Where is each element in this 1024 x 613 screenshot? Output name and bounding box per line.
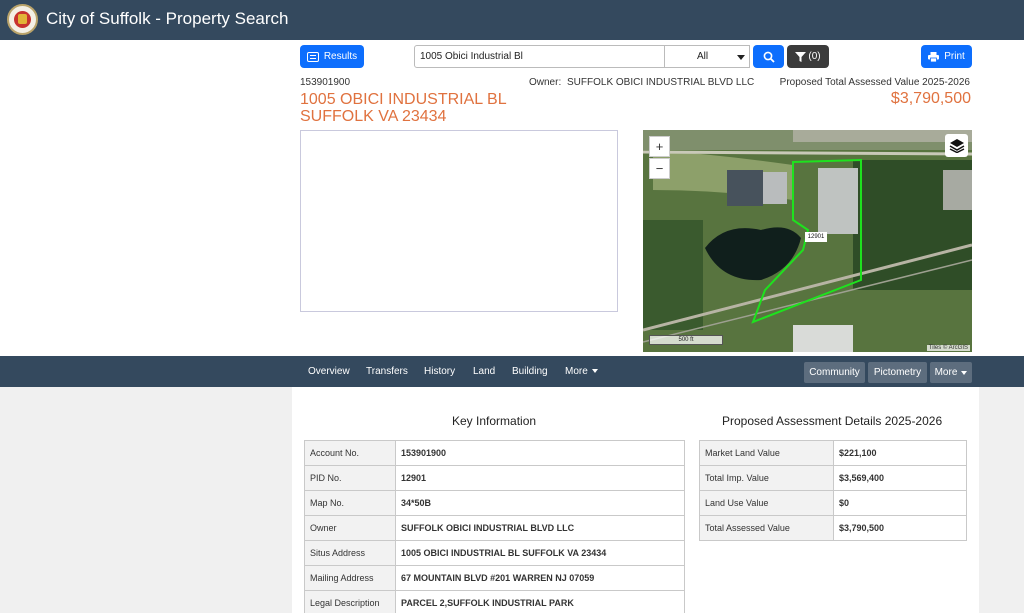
table-row: Owner SUFFOLK OBICI INDUSTRIAL BLVD LLC: [304, 515, 685, 541]
tab-land[interactable]: Land: [473, 366, 495, 377]
table-row: Land Use Value $0: [699, 490, 967, 516]
map-attribution: Tiles © ArcGIS: [926, 345, 970, 351]
tab-transfers[interactable]: Transfers: [366, 366, 408, 377]
filter-icon: [795, 51, 807, 62]
search-type-value: All: [697, 51, 709, 62]
map-scale-bar: 500 ft: [649, 335, 723, 345]
print-label: Print: [944, 51, 965, 62]
owner-label: Owner:: [529, 77, 562, 88]
search-button[interactable]: [753, 45, 784, 68]
row-value: 153901900: [395, 440, 685, 466]
assessed-value: $3,790,500: [890, 90, 971, 107]
assessed-value-label: Proposed Total Assessed Value 2025-2026: [779, 77, 970, 88]
property-header: 153901900 1005 OBICI INDUSTRIAL BL SUFFO…: [0, 72, 1024, 356]
print-button[interactable]: Print: [921, 45, 972, 68]
printer-icon: [928, 51, 940, 62]
table-row: PID No. 12901: [304, 465, 685, 491]
pictometry-button[interactable]: Pictometry: [868, 362, 927, 383]
address-line-1: 1005 OBICI INDUSTRIAL BL: [300, 91, 507, 108]
search-input[interactable]: 1005 Obici Industrial Bl: [414, 45, 665, 68]
app-title: City of Suffolk - Property Search: [46, 9, 289, 28]
row-value: 12901: [395, 465, 685, 491]
property-address: 1005 OBICI INDUSTRIAL BL SUFFOLK VA 2343…: [300, 91, 507, 125]
table-row: Account No. 153901900: [304, 440, 685, 466]
results-label: Results: [323, 51, 358, 62]
row-value: PARCEL 2,SUFFOLK INDUSTRIAL PARK: [395, 590, 685, 613]
table-row: Mailing Address 67 MOUNTAIN BLVD #201 WAR…: [304, 565, 685, 591]
parcel-map[interactable]: + − 12901 500 ft Tiles © ArcGIS: [643, 130, 972, 352]
chevron-down-icon: [737, 55, 745, 60]
table-row: Situs Address 1005 OBICI INDUSTRIAL BL SU…: [304, 540, 685, 566]
zoom-in-button[interactable]: +: [649, 136, 670, 157]
owner-value: SUFFOLK OBICI INDUSTRIAL BLVD LLC: [567, 77, 755, 88]
caret-down-icon: [961, 370, 968, 375]
row-label: Map No.: [304, 490, 396, 516]
row-label: Account No.: [304, 440, 396, 466]
filter-button[interactable]: (0): [787, 45, 829, 68]
table-row: Total Assessed Value $3,790,500: [699, 515, 967, 541]
row-value: 1005 OBICI INDUSTRIAL BL SUFFOLK VA 2343…: [395, 540, 685, 566]
row-value: $3,569,400: [833, 465, 967, 491]
tab-building[interactable]: Building: [512, 366, 548, 377]
key-info-title: Key Information: [452, 414, 537, 428]
table-row: Legal Description PARCEL 2,SUFFOLK INDUST…: [304, 590, 685, 613]
row-value: 34*50B: [395, 490, 685, 516]
more-button[interactable]: More: [930, 362, 972, 383]
row-label: Situs Address: [304, 540, 396, 566]
row-label: PID No.: [304, 465, 396, 491]
layers-button[interactable]: [945, 134, 968, 157]
key-info-table: Account No. 153901900 PID No. 12901 Map No…: [304, 440, 685, 613]
zoom-out-button[interactable]: −: [649, 158, 670, 179]
row-label: Market Land Value: [699, 440, 834, 466]
table-row: Market Land Value $221,100: [699, 440, 967, 466]
more-button-label: More: [934, 367, 958, 378]
results-button[interactable]: Results: [300, 45, 364, 68]
property-nav: Overview Transfers History Land Building…: [0, 356, 1024, 387]
row-value: $3,790,500: [833, 515, 967, 541]
list-icon: [306, 51, 319, 62]
building-sketch: [300, 130, 618, 312]
layers-icon: [949, 139, 964, 153]
caret-down-icon: [591, 369, 598, 374]
table-row: Map No. 34*50B: [304, 490, 685, 516]
row-label: Total Imp. Value: [699, 465, 834, 491]
search-toolbar: Results 1005 Obici Industrial Bl All (0)…: [0, 40, 1024, 72]
row-value: $0: [833, 490, 967, 516]
details-panel: Key Information Account No. 153901900 PID…: [292, 387, 979, 613]
row-value: 67 MOUNTAIN BLVD #201 WARREN NJ 07059: [395, 565, 685, 591]
tab-history[interactable]: History: [424, 366, 455, 377]
row-label: Legal Description: [304, 590, 396, 613]
filter-count: (0): [808, 51, 821, 62]
tab-overview[interactable]: Overview: [308, 366, 350, 377]
assessment-title: Proposed Assessment Details 2025-2026: [722, 414, 943, 428]
search-type-select[interactable]: All: [665, 45, 750, 68]
community-button[interactable]: Community: [804, 362, 865, 383]
address-line-2: SUFFOLK VA 23434: [300, 108, 447, 125]
row-label: Mailing Address: [304, 565, 396, 591]
search-icon: [763, 51, 775, 63]
tab-more[interactable]: More: [565, 366, 598, 377]
row-value: SUFFOLK OBICI INDUSTRIAL BLVD LLC: [395, 515, 685, 541]
table-row: Total Imp. Value $3,569,400: [699, 465, 967, 491]
row-label: Land Use Value: [699, 490, 834, 516]
tab-more-label: More: [565, 366, 588, 377]
assessment-table: Market Land Value $221,100 Total Imp. Val…: [699, 440, 967, 541]
row-value: $221,100: [833, 440, 967, 466]
parcel-label: 12901: [805, 232, 827, 242]
row-label: Owner: [304, 515, 396, 541]
row-label: Total Assessed Value: [699, 515, 834, 541]
app-header: City of Suffolk - Property Search: [0, 0, 1024, 40]
city-seal-logo: [7, 4, 38, 35]
account-number: 153901900: [300, 77, 351, 88]
